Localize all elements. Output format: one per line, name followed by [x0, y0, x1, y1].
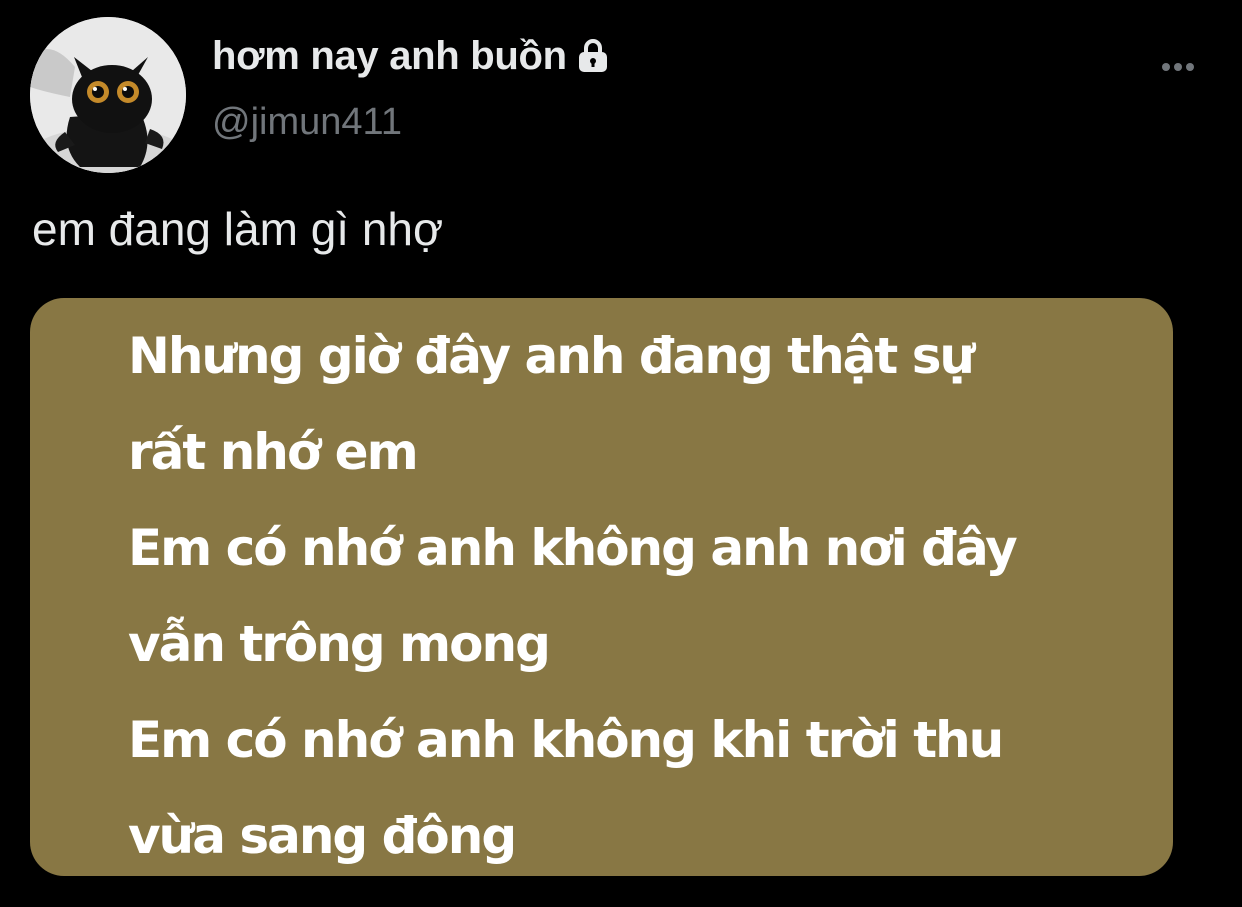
- lyrics-text: Nhưng giờ đây anh đang thật sự rất nhớ e…: [128, 308, 1018, 876]
- display-name-row: hơm nay anh buồn: [212, 30, 613, 82]
- lyric-line: Em có nhớ anh không anh nơi đây: [128, 519, 1018, 577]
- lyric-line: vừa sang đông: [128, 807, 517, 865]
- tweet: hơm nay anh buồn @jimun411 em đang làm g…: [0, 0, 1242, 907]
- tweet-media[interactable]: Nhưng giờ đây anh đang thật sự rất nhớ e…: [30, 298, 1173, 876]
- display-name[interactable]: hơm nay anh buồn: [212, 34, 567, 79]
- tweet-text: em đang làm gì nhợ: [32, 203, 444, 255]
- user-handle[interactable]: @jimun411: [212, 101, 402, 144]
- lyric-line: rất nhớ em: [128, 423, 419, 481]
- lyric-line: Nhưng giờ đây anh đang thật sự: [128, 327, 975, 385]
- lock-icon: [573, 36, 613, 76]
- avatar[interactable]: [30, 17, 186, 173]
- lyric-line: Em có nhớ anh không khi trời thu: [128, 711, 1004, 769]
- avatar-photo: [30, 17, 186, 173]
- lyric-line: vẫn trông mong: [128, 615, 551, 673]
- more-horizontal-icon[interactable]: [1156, 52, 1200, 82]
